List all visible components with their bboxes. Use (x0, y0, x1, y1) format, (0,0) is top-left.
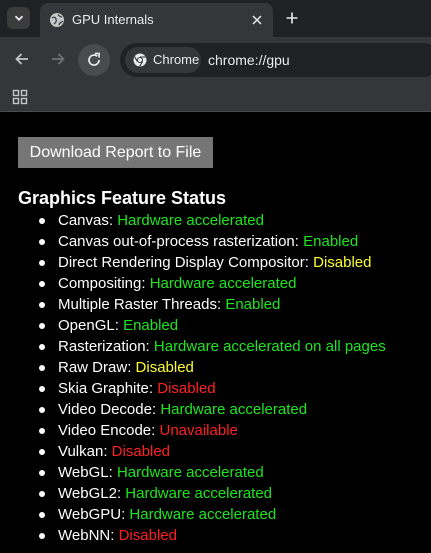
chip-label: Chrome (153, 52, 200, 67)
feature-status: Hardware accelerated (116, 464, 264, 481)
feature-name: Canvas out-of-process rasterization (58, 233, 295, 250)
feature-item: WebNN: Disabled (36, 525, 386, 546)
feature-name: Raw Draw (58, 359, 128, 376)
feature-status: Hardware accelerated on all pages (153, 338, 386, 355)
feature-name: OpenGL (58, 317, 115, 334)
feature-name: Video Decode (58, 401, 152, 418)
close-icon (252, 15, 262, 25)
feature-status: Hardware accelerated (160, 401, 308, 418)
feature-item: Skia Graphite: Disabled (36, 378, 386, 399)
feature-item: OpenGL: Enabled (36, 315, 386, 336)
url-text[interactable]: chrome://gpu (208, 52, 290, 68)
feature-item: Raw Draw: Disabled (36, 357, 386, 378)
feature-name: Rasterization (58, 338, 146, 355)
feature-status: Disabled (135, 359, 194, 376)
feature-status: Disabled (313, 254, 372, 271)
new-tab-button[interactable] (282, 8, 302, 28)
chrome-icon (133, 53, 147, 67)
feature-status: Hardware accelerated (125, 485, 273, 502)
feature-status-list: Canvas: Hardware accelerated Canvas out-o… (36, 210, 386, 546)
close-tab-button[interactable] (248, 11, 266, 29)
feature-item: Direct Rendering Display Compositor: Dis… (36, 252, 386, 273)
forward-button[interactable] (46, 47, 70, 71)
site-info-chip[interactable]: Chrome (125, 47, 201, 73)
page-content: Download Report to File Graphics Feature… (0, 112, 431, 553)
feature-item: WebGPU: Hardware accelerated (36, 504, 386, 525)
address-bar[interactable]: Chrome chrome://gpu (120, 43, 431, 77)
arrow-left-icon (15, 53, 28, 65)
feature-name: WebGL2 (58, 485, 117, 502)
feature-name: Direct Rendering Display Compositor (58, 254, 305, 271)
reload-button[interactable] (78, 44, 110, 76)
feature-name: Multiple Raster Threads (58, 296, 217, 313)
download-report-button[interactable]: Download Report to File (18, 137, 213, 168)
feature-status: Disabled (111, 443, 171, 460)
feature-item: Canvas: Hardware accelerated (36, 210, 386, 231)
tab-title: GPU Internals (72, 12, 154, 27)
back-button[interactable] (10, 47, 34, 71)
toolbar: Chrome chrome://gpu (0, 37, 431, 82)
bookmarks-bar (0, 82, 431, 112)
feature-status: Disabled (157, 380, 216, 397)
feature-status: Hardware accelerated (129, 506, 277, 523)
feature-name: WebGPU (58, 506, 122, 523)
feature-status: Enabled (123, 317, 179, 334)
feature-item: Video Decode: Hardware accelerated (36, 399, 386, 420)
section-title: Graphics Feature Status (18, 188, 227, 208)
apps-grid-icon[interactable] (12, 89, 28, 105)
feature-item: WebGL: Hardware accelerated (36, 462, 386, 483)
feature-status: Enabled (303, 233, 359, 250)
feature-name: Canvas (58, 212, 109, 229)
feature-status: Unavailable (159, 422, 238, 439)
tab-strip: GPU Internals (0, 0, 431, 37)
reload-icon (88, 52, 100, 66)
feature-item: Rasterization: Hardware accelerated on a… (36, 336, 386, 357)
feature-name: Vulkan (58, 443, 104, 460)
feature-name: WebGL (58, 464, 109, 481)
feature-name: Video Encode (58, 422, 152, 439)
tab-gpu-internals[interactable]: GPU Internals (40, 3, 273, 37)
feature-status: Hardware accelerated (117, 212, 264, 229)
arrow-right-icon (52, 53, 65, 65)
feature-status: Hardware accelerated (149, 275, 297, 292)
globe-icon (50, 13, 64, 27)
feature-item: WebGL2: Hardware accelerated (36, 483, 386, 504)
plus-icon (286, 12, 298, 24)
feature-name: Compositing (58, 275, 142, 292)
feature-name: Skia Graphite (58, 380, 149, 397)
feature-item: Multiple Raster Threads: Enabled (36, 294, 386, 315)
feature-item: Compositing: Hardware accelerated (36, 273, 386, 294)
feature-name: WebNN (58, 527, 111, 544)
feature-item: Canvas out-of-process rasterization: Ena… (36, 231, 386, 252)
chevron-down-icon (14, 15, 23, 21)
feature-item: Video Encode: Unavailable (36, 420, 386, 441)
feature-item: Vulkan: Disabled (36, 441, 386, 462)
feature-status: Disabled (118, 527, 177, 544)
tab-search-button[interactable] (7, 7, 30, 29)
feature-status: Enabled (225, 296, 281, 313)
